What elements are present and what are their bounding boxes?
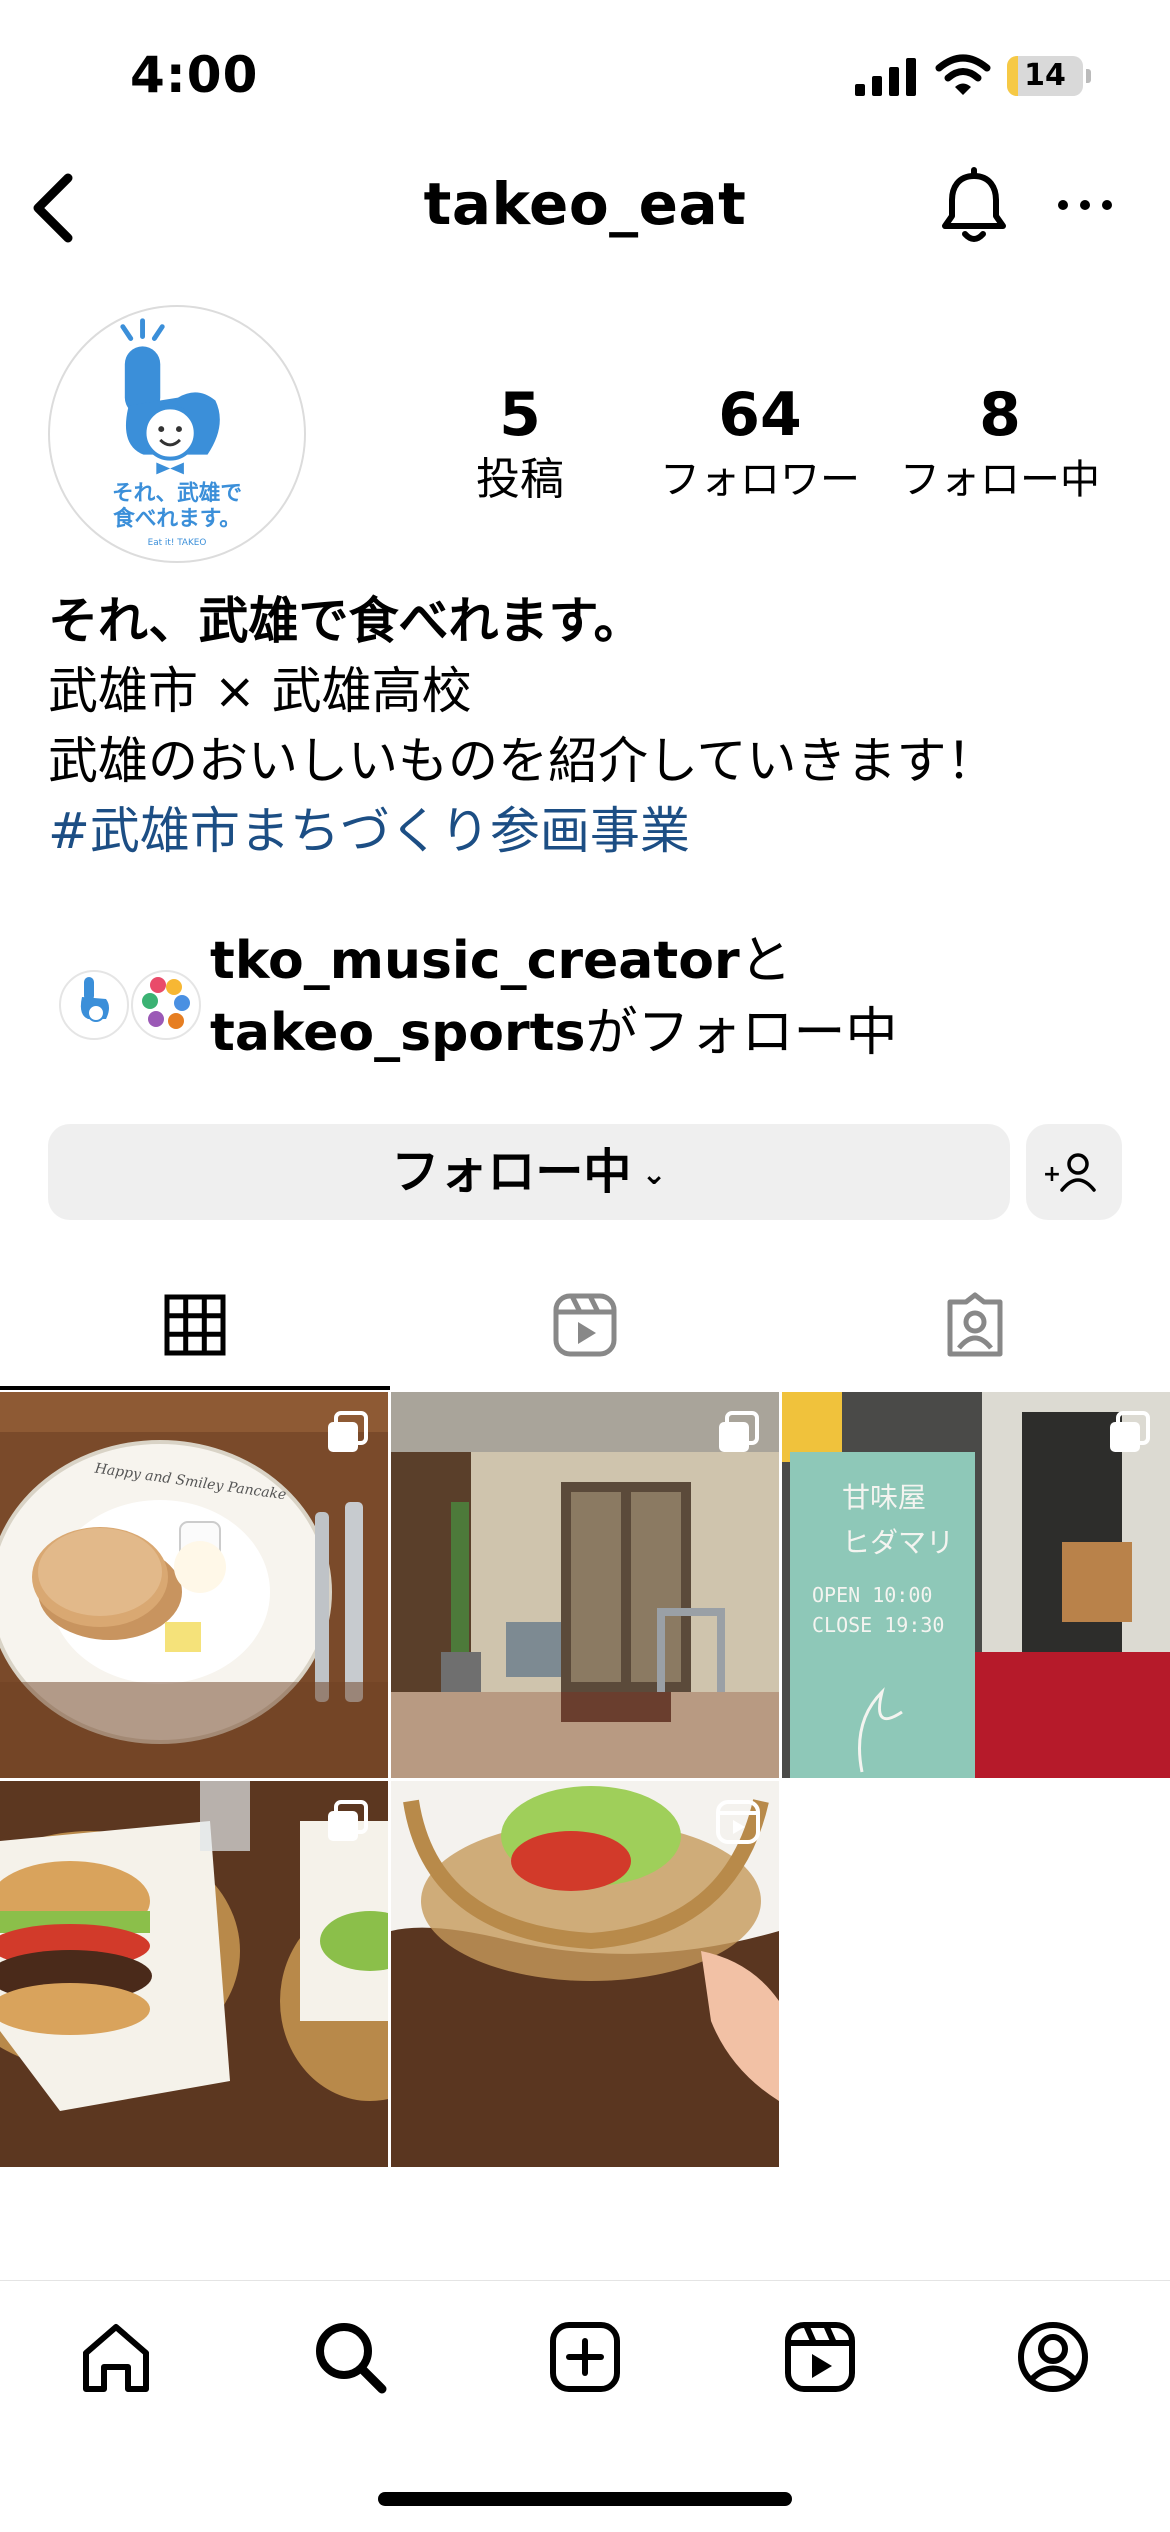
following-count-label: フォロー中 bbox=[900, 457, 1100, 503]
followers-count[interactable]: 64 フォロワー bbox=[650, 380, 870, 510]
grid-icon bbox=[164, 1294, 226, 1356]
home-indicator bbox=[378, 2492, 792, 2506]
svg-text:Eat it! TAKEO: Eat it! TAKEO bbox=[148, 538, 207, 548]
post-thumbnail[interactable]: 甘味屋 ヒダマリ OPEN 10:00 CLOSE 19:30 bbox=[782, 1392, 1170, 1778]
posts-count-value: 5 bbox=[499, 380, 541, 450]
following-button[interactable]: フォロー中 ⌄ bbox=[48, 1124, 1010, 1220]
following-count[interactable]: 8 フォロー中 bbox=[885, 380, 1115, 510]
more-options-icon[interactable] bbox=[1055, 190, 1115, 220]
posts-count: 5 投稿 bbox=[440, 380, 600, 510]
status-bar: 4:00 14 bbox=[0, 0, 1170, 150]
post-thumbnail[interactable] bbox=[391, 1781, 779, 2167]
battery-indicator: 14 bbox=[1007, 56, 1091, 96]
carousel-icon bbox=[328, 1800, 368, 1841]
signal-icon bbox=[855, 58, 916, 96]
mutual-connector: と bbox=[739, 931, 792, 991]
profile-header: takeo_eat bbox=[0, 150, 1170, 270]
followers-count-label: フォロワー bbox=[660, 457, 860, 503]
svg-text:食べれます。: 食べれます。 bbox=[113, 506, 241, 532]
bio-title: それ、武雄で食べれます。 bbox=[48, 592, 644, 650]
home-icon[interactable] bbox=[76, 2317, 156, 2397]
sign-text: CLOSE 19:30 bbox=[812, 1613, 944, 1637]
bottom-nav bbox=[0, 2280, 1170, 2532]
tab-posts[interactable] bbox=[0, 1262, 390, 1392]
profile-icon[interactable] bbox=[1013, 2317, 1093, 2397]
following-count-value: 8 bbox=[979, 380, 1021, 450]
active-tab-indicator bbox=[0, 1386, 390, 1390]
sign-text: OPEN 10:00 bbox=[812, 1583, 932, 1607]
wifi-icon bbox=[935, 54, 991, 95]
battery-level: 14 bbox=[1024, 58, 1066, 93]
mutual-follower-avatars bbox=[59, 970, 201, 1040]
mutual-suffix: がフォロー中 bbox=[585, 1003, 898, 1063]
bio-line: 武雄市 × 武雄高校 bbox=[48, 662, 472, 720]
profile-bio: それ、武雄で食べれます。 武雄市 × 武雄高校 武雄のおいしいものを紹介していき… bbox=[48, 586, 1138, 866]
search-icon[interactable] bbox=[310, 2317, 390, 2397]
tab-reels[interactable] bbox=[390, 1262, 780, 1392]
post-thumbnail[interactable] bbox=[0, 1781, 388, 2167]
carousel-icon bbox=[328, 1411, 368, 1452]
carousel-icon bbox=[719, 1411, 759, 1452]
reels-icon bbox=[553, 1293, 617, 1357]
tagged-icon bbox=[947, 1292, 1003, 1357]
create-icon[interactable] bbox=[545, 2317, 625, 2397]
bio-hashtag-link[interactable]: #武雄市まちづくり参画事業 bbox=[48, 796, 1138, 866]
sign-text: 甘味屋 bbox=[842, 1481, 926, 1514]
post-thumbnail[interactable] bbox=[391, 1392, 779, 1778]
mutual-username[interactable]: tko_music_creator bbox=[210, 931, 740, 991]
followed-by-text: tko_music_creatorと takeo_sportsがフォロー中 bbox=[210, 925, 898, 1069]
profile-tabs bbox=[0, 1262, 1170, 1392]
suggested-users-button[interactable]: + bbox=[1026, 1124, 1122, 1220]
mutual-username[interactable]: takeo_sports bbox=[210, 1003, 585, 1063]
reel-icon bbox=[716, 1800, 760, 1844]
carousel-icon bbox=[1110, 1411, 1150, 1452]
bio-line: 武雄のおいしいものを紹介していきます！ bbox=[48, 732, 997, 790]
sign-text: ヒダマリ bbox=[842, 1526, 954, 1559]
svg-text:それ、武雄で: それ、武雄で bbox=[112, 481, 242, 506]
status-time: 4:00 bbox=[130, 46, 259, 104]
followers-count-value: 64 bbox=[718, 380, 802, 450]
followed-by[interactable]: tko_music_creatorと takeo_sportsがフォロー中 bbox=[48, 925, 1138, 1075]
avatar-logo: それ、武雄で 食べれます。 Eat it! TAKEO bbox=[112, 318, 242, 548]
reels-icon[interactable] bbox=[780, 2317, 860, 2397]
post-thumbnail[interactable]: Happy and Smiley Pancake bbox=[0, 1392, 388, 1778]
following-button-label: フォロー中 bbox=[391, 1144, 632, 1200]
avatar[interactable]: それ、武雄で 食べれます。 Eat it! TAKEO bbox=[48, 305, 306, 563]
chevron-down-icon: ⌄ bbox=[641, 1157, 667, 1192]
bell-icon[interactable] bbox=[938, 166, 1010, 246]
tab-tagged[interactable] bbox=[780, 1262, 1170, 1392]
posts-count-label: 投稿 bbox=[476, 454, 564, 505]
svg-text:+: + bbox=[1043, 1162, 1061, 1187]
add-person-icon: + bbox=[1043, 1153, 1096, 1192]
